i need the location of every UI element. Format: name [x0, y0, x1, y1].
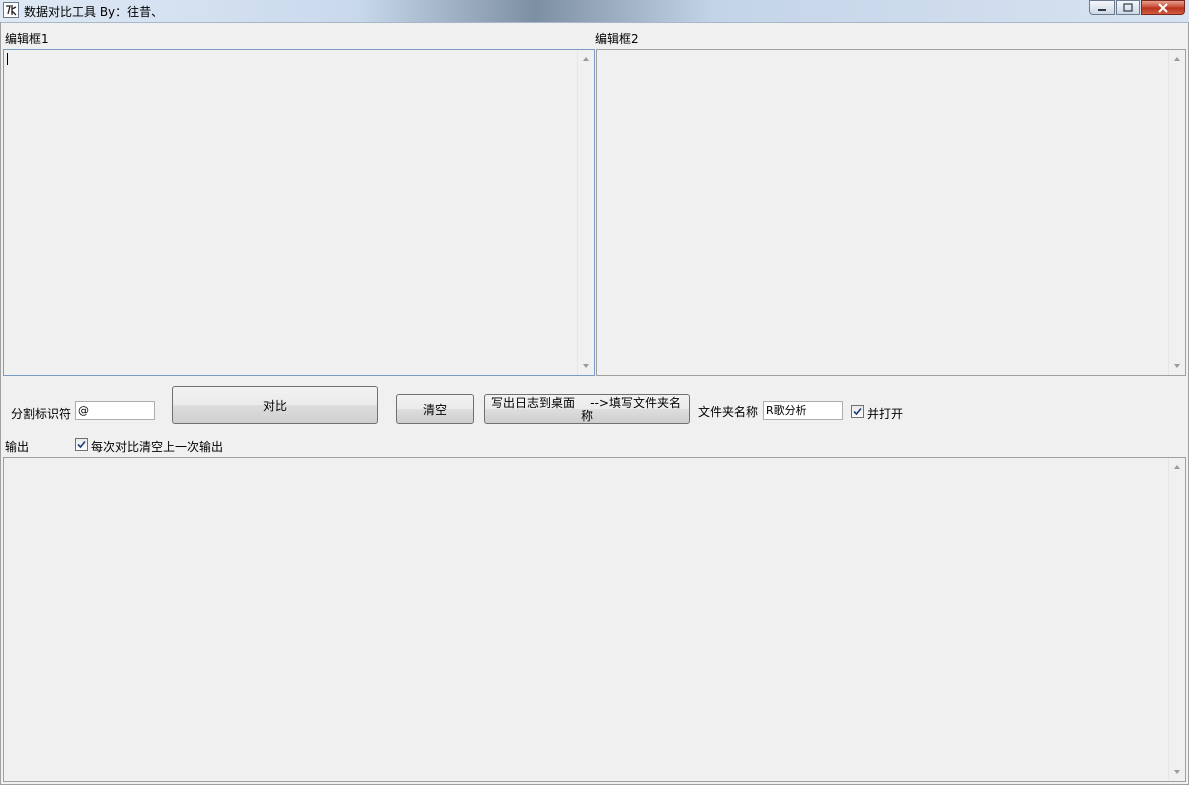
scroll-down-icon[interactable]	[1174, 770, 1180, 774]
scroll-up-icon[interactable]	[1174, 465, 1180, 469]
folder-name-label: 文件夹名称	[698, 405, 759, 419]
output-label: 输出	[5, 440, 30, 454]
editor1-textarea[interactable]	[3, 49, 595, 376]
scroll-down-icon[interactable]	[1174, 364, 1180, 368]
close-icon[interactable]	[1141, 0, 1185, 15]
app-icon	[3, 2, 19, 18]
editor1-label: 编辑框1	[5, 32, 49, 46]
scroll-up-icon[interactable]	[1174, 57, 1180, 61]
editor2-scrollbar[interactable]	[1168, 50, 1185, 375]
write-log-button[interactable]: 写出日志到桌面 -->填写文件夹名 称	[484, 394, 690, 424]
window-title: 数据对比工具 By：往昔、	[24, 5, 164, 19]
editor1-scrollbar[interactable]	[577, 50, 594, 375]
clear-each-time-label: 每次对比清空上一次输出	[91, 440, 224, 454]
clear-button[interactable]: 清空	[396, 394, 474, 424]
editor2-textarea[interactable]	[596, 49, 1186, 376]
maximize-icon[interactable]	[1116, 0, 1140, 15]
scroll-up-icon[interactable]	[583, 57, 589, 61]
window-controls	[1088, 0, 1185, 16]
compare-button[interactable]: 对比	[172, 386, 378, 424]
write-log-label-line2: 称	[581, 409, 594, 423]
check-icon	[77, 440, 86, 449]
separator-label: 分割标识符	[11, 407, 72, 421]
folder-name-input[interactable]: R歌分析	[763, 401, 843, 420]
title-bar: 数据对比工具 By：往昔、	[0, 0, 1189, 23]
text-caret	[7, 53, 8, 65]
scroll-down-icon[interactable]	[583, 364, 589, 368]
clear-each-time-checkbox[interactable]	[75, 438, 88, 451]
output-scrollbar[interactable]	[1168, 458, 1185, 781]
editor2-label: 编辑框2	[595, 32, 639, 46]
open-checkbox-label: 并打开	[867, 407, 904, 421]
open-checkbox[interactable]	[851, 405, 864, 418]
output-textarea[interactable]	[3, 457, 1186, 782]
separator-input[interactable]: @	[75, 401, 155, 420]
check-icon	[853, 407, 862, 416]
minimize-icon[interactable]	[1089, 0, 1115, 15]
